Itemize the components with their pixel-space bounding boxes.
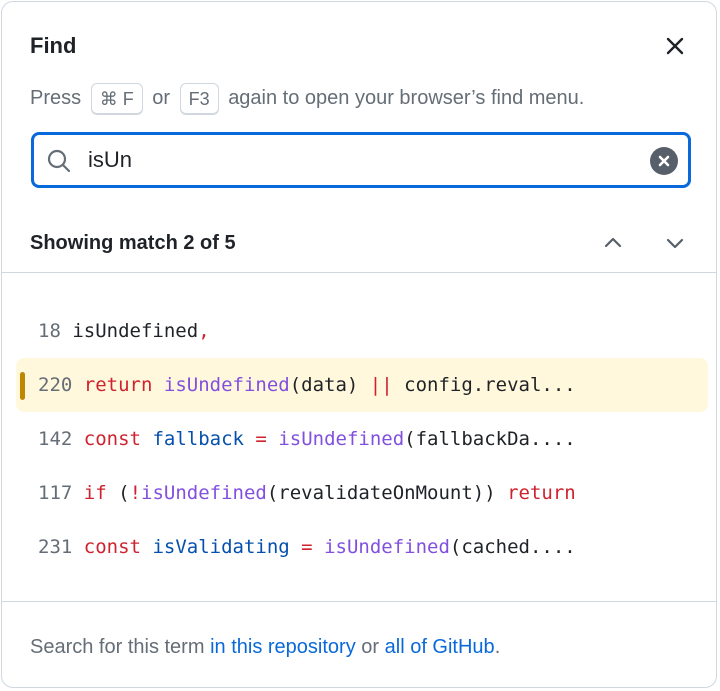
footer-text: Search for this term in this repository … (30, 632, 500, 662)
code-token: const (83, 428, 141, 450)
footer-prefix: Search for this term (30, 636, 205, 658)
code-token: = (255, 428, 267, 450)
code-token: = (301, 536, 313, 558)
clear-circle-icon (650, 147, 678, 175)
code-token: const (83, 536, 141, 558)
previous-match-button[interactable] (600, 230, 626, 256)
dialog-title: Find (30, 33, 77, 58)
search-field[interactable] (31, 132, 691, 188)
code-token: config.reval... (392, 374, 576, 396)
line-number: 18 (38, 320, 61, 342)
code-token: return (507, 482, 576, 504)
code-token: ! (129, 482, 142, 504)
close-icon (666, 37, 684, 55)
code-token: isUndefined (163, 374, 290, 396)
dialog-header: Find (30, 30, 688, 62)
match-status-row: Showing match 2 of 5 (30, 226, 688, 260)
code-token: (revalidateOnMount)) (266, 482, 508, 504)
divider-top (2, 272, 716, 273)
kbd-cmd-f: ⌘ F (90, 82, 143, 115)
code-token: isValidating (152, 536, 290, 558)
hint-or: or (152, 87, 171, 109)
search-input[interactable] (88, 141, 628, 179)
chevron-up-icon (604, 237, 622, 248)
search-repository-link[interactable]: in this repository (210, 636, 356, 658)
code-token: isUndefined (141, 482, 267, 504)
code-token: return (83, 374, 153, 396)
find-hint: Press ⌘ F or F3 again to open your brows… (30, 82, 584, 115)
results-list: 18 isUndefined, 220 return isUndefined(da… (16, 304, 708, 574)
close-button[interactable] (662, 33, 688, 59)
line-number: 220 (38, 374, 73, 396)
result-row[interactable]: 117 if (!isUndefined(revalidateOnMount))… (16, 466, 708, 520)
hint-suffix: again to open your browser’s find menu. (228, 87, 585, 109)
next-match-button[interactable] (662, 230, 688, 256)
code-token: (data) (289, 374, 370, 396)
code-token: || (369, 374, 393, 396)
footer-suffix: . (494, 636, 501, 658)
code-token: fallback (152, 428, 244, 450)
result-row[interactable]: 142 const fallback = isUndefined(fallbac… (16, 412, 708, 466)
code-token: (fallbackDa.... (404, 428, 576, 450)
code-token: ( (106, 482, 130, 504)
find-dialog: Find Press ⌘ F or F3 again to open your … (1, 1, 717, 688)
footer-or: or (361, 636, 380, 658)
clear-search-button[interactable] (650, 147, 678, 175)
line-number: 117 (38, 482, 73, 504)
code-token: isUndefined (278, 428, 405, 450)
match-status: Showing match 2 of 5 (30, 232, 236, 254)
search-icon (47, 149, 71, 173)
line-number: 142 (38, 428, 73, 450)
code-token: if (83, 482, 107, 504)
code-token: , (198, 320, 210, 342)
code-token: isUndefined (72, 320, 199, 342)
result-row[interactable]: 18 isUndefined, (16, 304, 708, 358)
divider-bottom (2, 601, 716, 602)
code-token: (cached.... (449, 536, 576, 558)
chevron-down-icon (666, 238, 684, 249)
kbd-f3: F3 (179, 82, 219, 115)
result-row-active[interactable]: 220 return isUndefined(data) || config.r… (16, 358, 708, 412)
code-token: isUndefined (324, 536, 450, 558)
hint-prefix: Press (30, 87, 82, 109)
search-all-github-link[interactable]: all of GitHub (385, 636, 495, 658)
line-number: 231 (38, 536, 73, 558)
result-row[interactable]: 231 const isValidating = isUndefined(cac… (16, 520, 708, 574)
